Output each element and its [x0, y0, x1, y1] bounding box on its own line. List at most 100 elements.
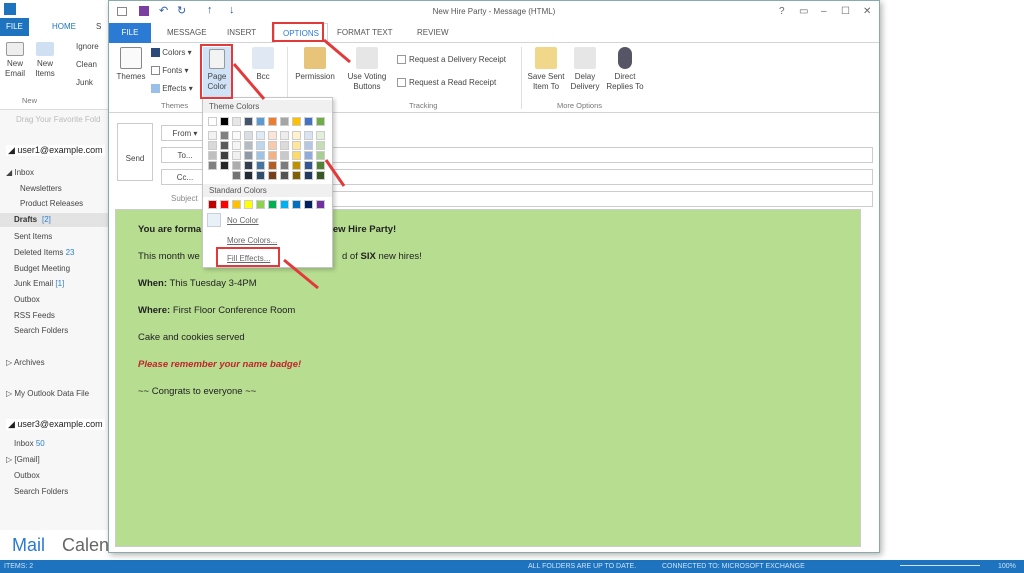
new-email-button[interactable]: New Email [2, 42, 28, 79]
read-receipt-checkbox[interactable]: Request a Read Receipt [397, 78, 496, 88]
standard-color-swatch[interactable] [292, 200, 301, 209]
theme-color-shade-swatch[interactable] [280, 131, 289, 140]
minimize-button[interactable]: – [821, 6, 827, 17]
standard-color-swatch[interactable] [232, 200, 241, 209]
folder-search-folders[interactable]: Search Folders [14, 326, 68, 335]
direct-replies-button[interactable]: Direct Replies To [605, 47, 645, 92]
tab-message[interactable]: MESSAGE [159, 23, 215, 43]
theme-color-shade-swatch[interactable] [208, 151, 217, 160]
theme-color-shade-swatch[interactable] [292, 141, 301, 150]
no-color-item[interactable]: No Color [227, 216, 259, 225]
theme-color-shade-swatch[interactable] [208, 141, 217, 150]
folder-search-folders-user3[interactable]: Search Folders [14, 487, 68, 496]
theme-color-shade-swatch[interactable] [304, 141, 313, 150]
folder-sent-items[interactable]: Sent Items [14, 232, 52, 241]
bcc-button[interactable]: Bcc [249, 47, 277, 82]
theme-color-shade-swatch[interactable] [292, 171, 301, 180]
folder-product-releases[interactable]: Product Releases [20, 199, 83, 208]
theme-color-swatch[interactable] [280, 117, 289, 126]
standard-color-swatch[interactable] [268, 200, 277, 209]
theme-color-shade-swatch[interactable] [268, 141, 277, 150]
standard-color-swatch[interactable] [208, 200, 217, 209]
tab-insert[interactable]: INSERT [219, 23, 264, 43]
theme-color-shade-swatch[interactable] [268, 131, 277, 140]
theme-color-shade-swatch[interactable] [244, 131, 253, 140]
folder-budget-meeting[interactable]: Budget Meeting [14, 264, 70, 273]
nav-calendar[interactable]: Calen [62, 535, 109, 556]
folder-gmail[interactable]: ▷ [Gmail] [6, 455, 40, 464]
theme-color-shade-swatch[interactable] [232, 151, 241, 160]
theme-color-shade-swatch[interactable] [316, 161, 325, 170]
ignore-button[interactable]: Ignore [76, 42, 99, 51]
more-colors-item[interactable]: More Colors... [227, 236, 277, 245]
theme-color-shade-swatch[interactable] [280, 161, 289, 170]
theme-color-swatch[interactable] [316, 117, 325, 126]
theme-color-shade-swatch[interactable] [304, 171, 313, 180]
theme-color-shade-swatch[interactable] [280, 171, 289, 180]
account-user3[interactable]: ◢ user3@example.com [6, 419, 105, 430]
permission-button[interactable]: Permission [293, 47, 337, 82]
tab-format-text[interactable]: FORMAT TEXT [329, 23, 401, 43]
theme-color-shade-swatch[interactable] [256, 131, 265, 140]
folder-outbox[interactable]: Outbox [14, 295, 40, 304]
theme-color-shade-swatch[interactable] [316, 171, 325, 180]
voting-buttons-button[interactable]: Use Voting Buttons [345, 47, 389, 92]
theme-color-shade-swatch[interactable] [280, 151, 289, 160]
clean-up-button[interactable]: Clean [76, 60, 97, 69]
theme-color-shade-swatch[interactable] [220, 161, 229, 170]
theme-color-shade-swatch[interactable] [208, 161, 217, 170]
theme-color-shade-swatch[interactable] [292, 161, 301, 170]
standard-color-swatch[interactable] [304, 200, 313, 209]
theme-color-swatch[interactable] [304, 117, 313, 126]
theme-color-shade-swatch[interactable] [244, 141, 253, 150]
send-button[interactable]: Send [117, 123, 153, 181]
theme-color-shade-swatch[interactable] [232, 171, 241, 180]
standard-color-swatch[interactable] [280, 200, 289, 209]
theme-color-shade-swatch[interactable] [232, 131, 241, 140]
theme-color-shade-swatch[interactable] [208, 131, 217, 140]
tab-file[interactable]: FILE [109, 23, 151, 43]
theme-color-shade-swatch[interactable] [304, 131, 313, 140]
zoom-slider[interactable] [900, 565, 980, 566]
theme-color-shade-swatch[interactable] [316, 141, 325, 150]
folder-deleted-items[interactable]: Deleted Items 23 [14, 248, 75, 257]
theme-color-shade-swatch[interactable] [292, 151, 301, 160]
new-items-button[interactable]: New Items [32, 42, 58, 79]
theme-color-shade-swatch[interactable] [268, 171, 277, 180]
theme-color-shade-swatch[interactable] [244, 151, 253, 160]
folder-junk-email[interactable]: Junk Email [1] [14, 279, 64, 288]
theme-color-swatch[interactable] [256, 117, 265, 126]
theme-color-shade-swatch[interactable] [316, 131, 325, 140]
main-tab-file[interactable]: FILE [0, 18, 29, 36]
theme-color-shade-swatch[interactable] [220, 151, 229, 160]
effects-button[interactable]: Effects ▾ [151, 84, 193, 94]
folder-inbox-user3[interactable]: Inbox 50 [14, 439, 45, 448]
fonts-button[interactable]: Fonts ▾ [151, 66, 189, 76]
help-button[interactable]: ? [779, 6, 785, 17]
themes-button[interactable]: Themes [113, 47, 149, 82]
theme-color-shade-swatch[interactable] [280, 141, 289, 150]
delay-delivery-button[interactable]: Delay Delivery [567, 47, 603, 92]
theme-color-swatch[interactable] [292, 117, 301, 126]
theme-color-shade-swatch[interactable] [232, 161, 241, 170]
theme-color-shade-swatch[interactable] [220, 131, 229, 140]
folder-newsletters[interactable]: Newsletters [20, 184, 62, 193]
maximize-button[interactable]: ☐ [841, 6, 850, 17]
theme-color-shade-swatch[interactable] [304, 161, 313, 170]
close-button[interactable]: ✕ [863, 6, 871, 17]
theme-color-shade-swatch[interactable] [220, 141, 229, 150]
standard-color-swatch[interactable] [220, 200, 229, 209]
folder-my-outlook-data-file[interactable]: ▷ My Outlook Data File [6, 389, 89, 398]
folder-inbox[interactable]: ◢ Inbox [6, 168, 34, 177]
theme-color-shade-swatch[interactable] [244, 161, 253, 170]
theme-color-shade-swatch[interactable] [292, 131, 301, 140]
folder-rss-feeds[interactable]: RSS Feeds [14, 311, 55, 320]
theme-color-shade-swatch[interactable] [316, 151, 325, 160]
theme-color-shade-swatch[interactable] [232, 141, 241, 150]
theme-color-shade-swatch[interactable] [256, 151, 265, 160]
ribbon-display-button[interactable]: ▭ [799, 6, 808, 17]
tab-review[interactable]: REVIEW [409, 23, 457, 43]
colors-button[interactable]: Colors ▾ [151, 48, 192, 58]
standard-color-swatch[interactable] [256, 200, 265, 209]
theme-color-shade-swatch[interactable] [268, 161, 277, 170]
